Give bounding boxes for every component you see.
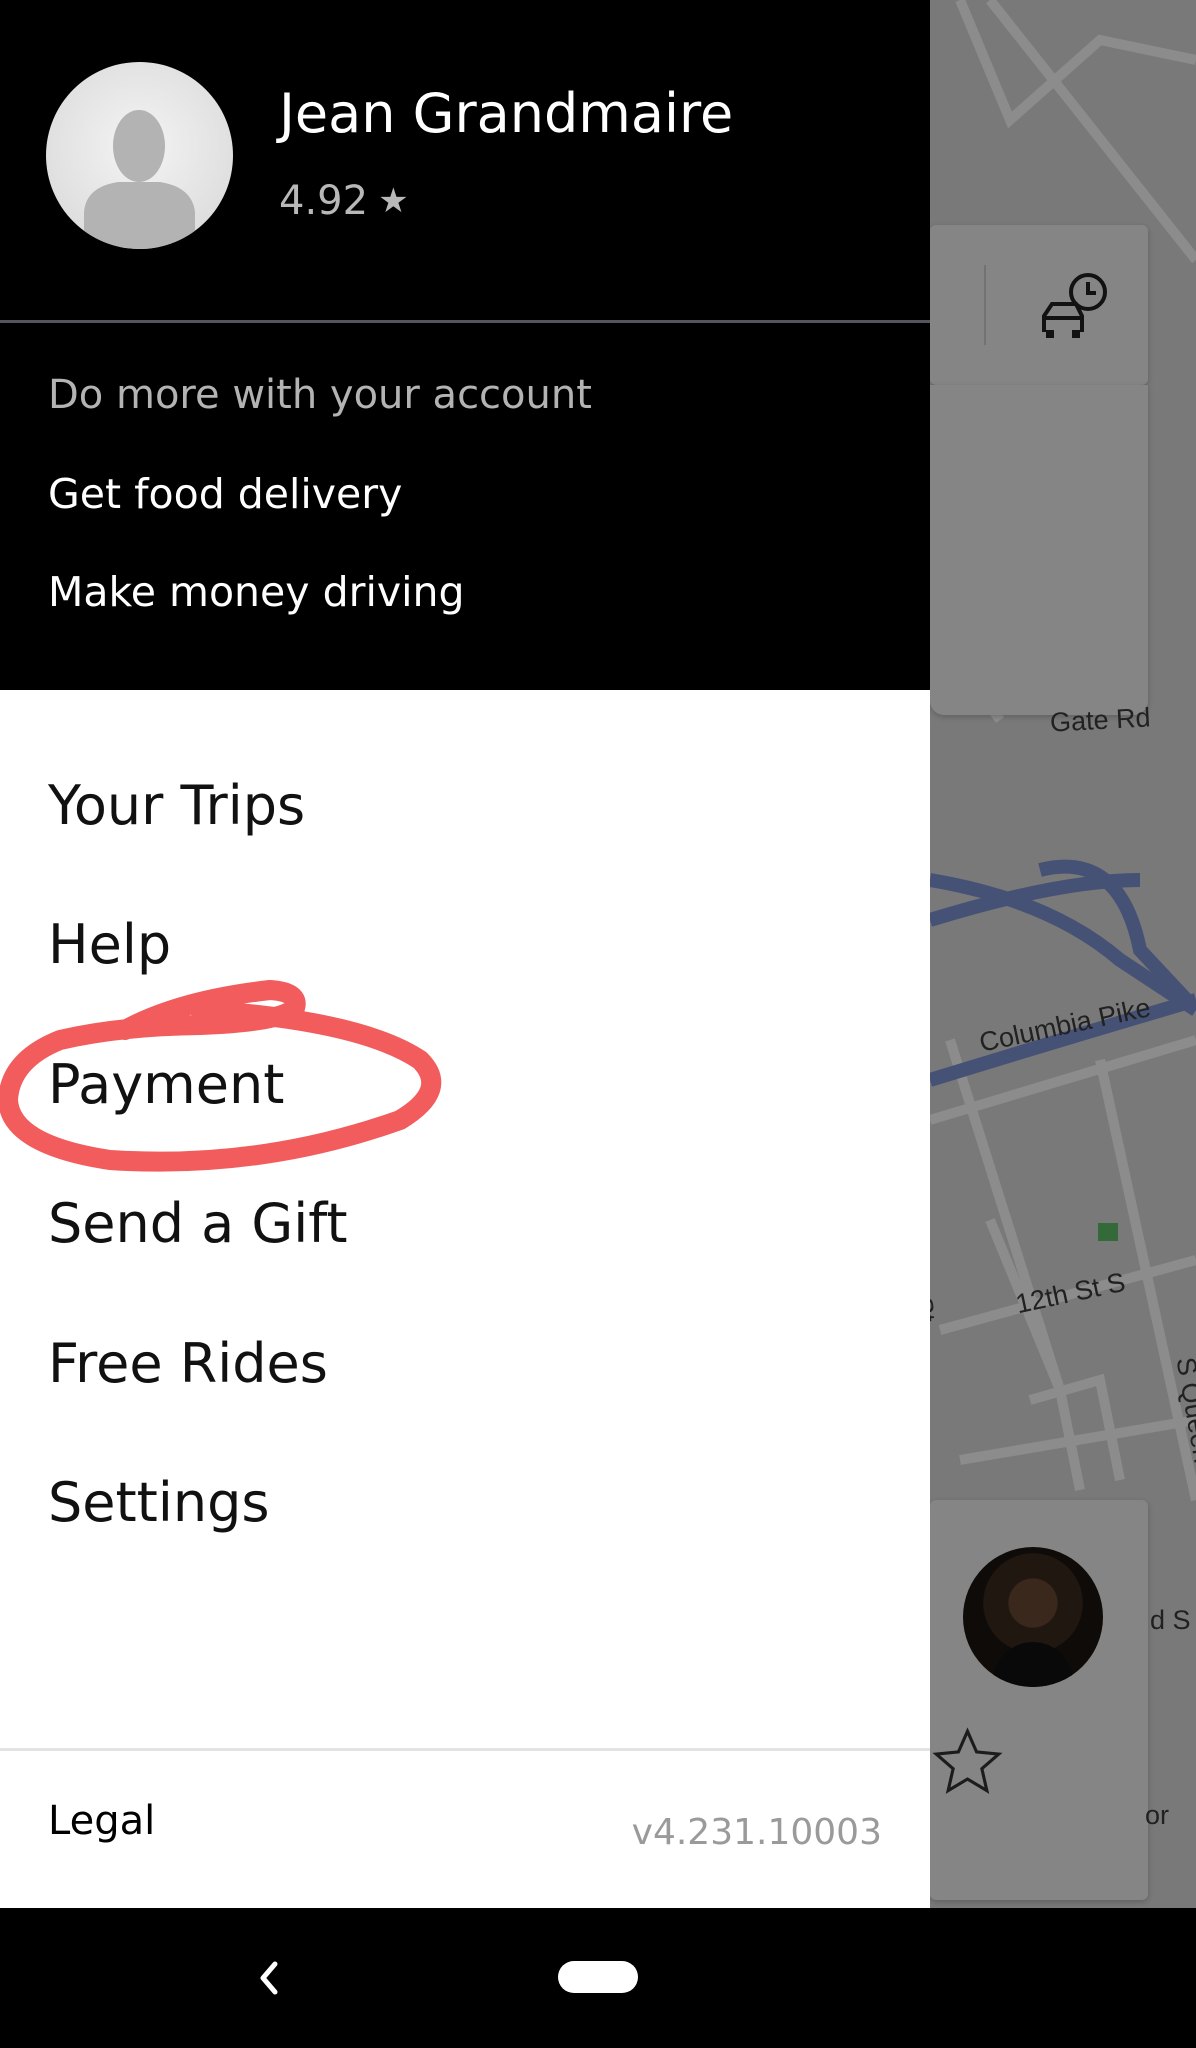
app-version: v4.231.10003: [631, 1812, 882, 1853]
menu-item-send-a-gift[interactable]: Send a Gift: [48, 1192, 348, 1255]
menu-item-free-rides[interactable]: Free Rides: [48, 1332, 328, 1395]
make-money-driving-link[interactable]: Make money driving: [48, 568, 465, 616]
rating-value: 4.92: [279, 178, 369, 224]
header-divider: [0, 320, 930, 323]
profile-avatar[interactable]: [46, 62, 233, 249]
legal-link[interactable]: Legal: [48, 1798, 155, 1844]
profile-rating: 4.92 ★: [279, 178, 409, 224]
menu-item-your-trips[interactable]: Your Trips: [48, 774, 305, 837]
promo-title: Do more with your account: [48, 372, 592, 418]
footer-divider: [0, 1748, 930, 1751]
menu-item-settings[interactable]: Settings: [48, 1471, 269, 1534]
user-silhouette-icon: [84, 110, 195, 249]
chevron-left-icon: [260, 1961, 278, 1995]
get-food-delivery-link[interactable]: Get food delivery: [48, 470, 402, 518]
profile-name[interactable]: Jean Grandmaire: [279, 82, 733, 145]
menu-item-payment[interactable]: Payment: [48, 1053, 284, 1116]
menu-item-help[interactable]: Help: [48, 913, 171, 976]
navigation-drawer: Jean Grandmaire 4.92 ★ Do more with your…: [0, 0, 930, 1908]
drawer-header: Jean Grandmaire 4.92 ★ Do more with your…: [0, 0, 930, 690]
back-button[interactable]: [240, 1948, 300, 2008]
star-icon: ★: [378, 181, 409, 221]
home-button[interactable]: [558, 1961, 638, 1993]
